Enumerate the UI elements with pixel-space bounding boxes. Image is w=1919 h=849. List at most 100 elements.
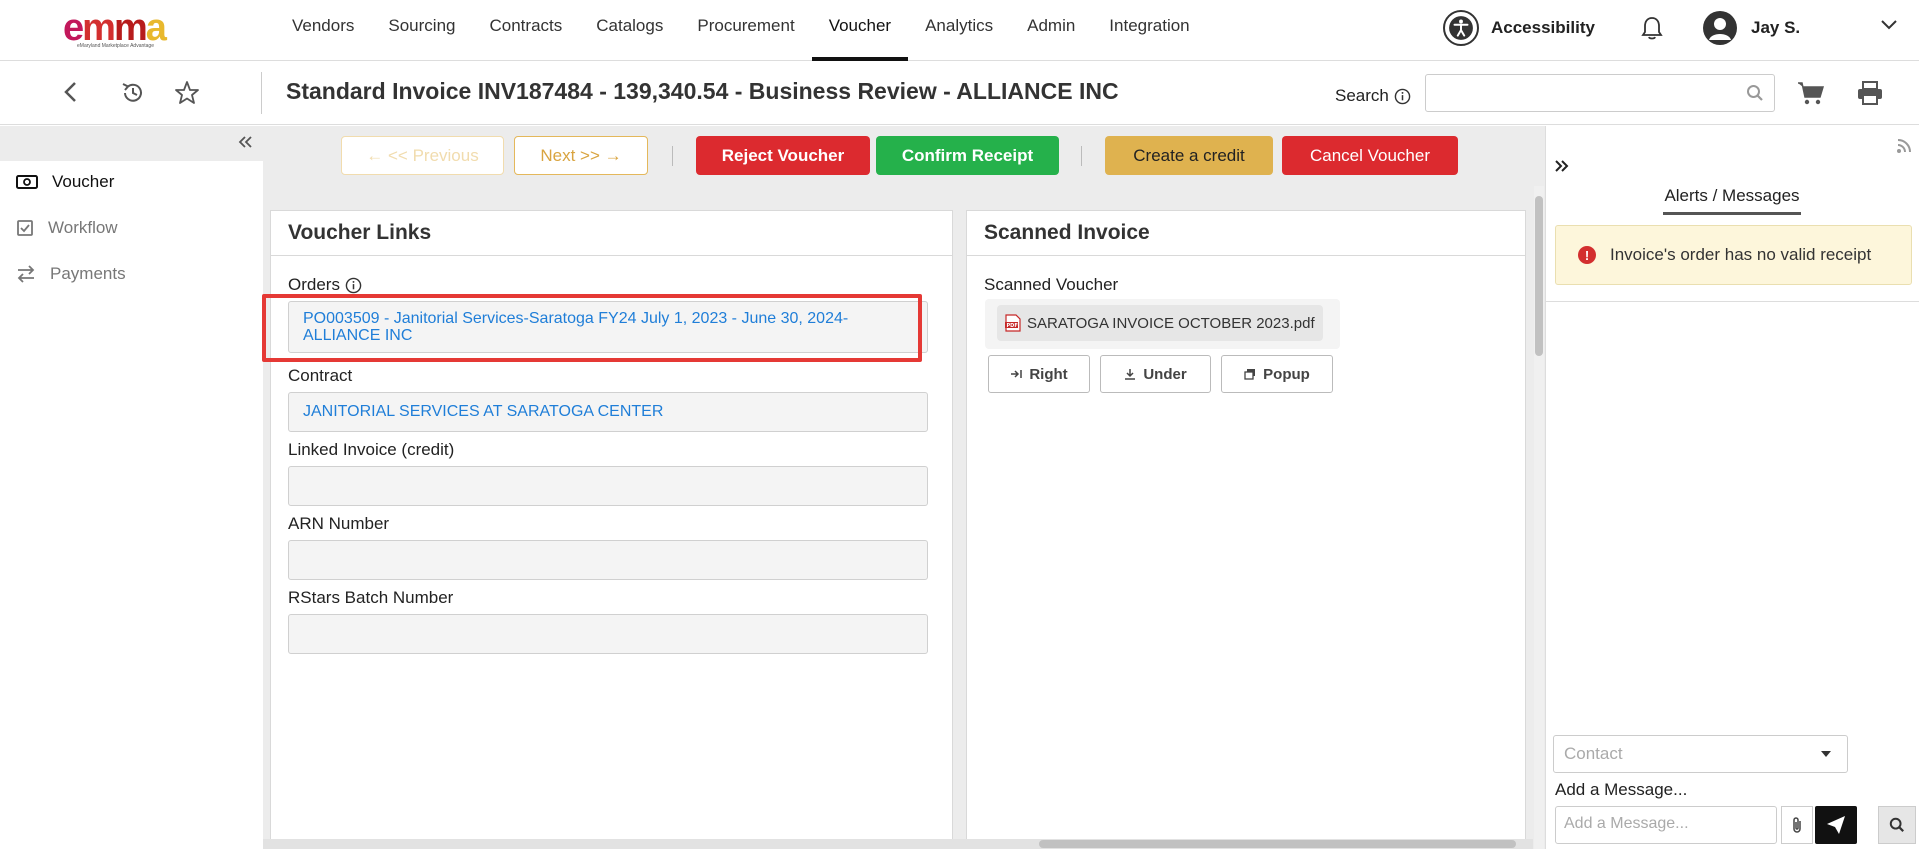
sidebar-item-label: Workflow: [48, 218, 118, 237]
pdf-file-icon: PDF: [1005, 314, 1021, 332]
rstars-batch-label: RStars Batch Number: [288, 588, 454, 607]
scanned-voucher-label: Scanned Voucher: [984, 275, 1119, 294]
sidebar-item-voucher[interactable]: Voucher: [16, 172, 114, 192]
nav-integration[interactable]: Integration: [1092, 0, 1206, 61]
exclamation-icon: !: [1578, 246, 1596, 264]
emma-logo[interactable]: emma eMaryland Marketplace Advantage: [63, 9, 198, 49]
accessibility-button[interactable]: Accessibility: [1443, 10, 1595, 46]
sidebar-item-label: Payments: [50, 264, 126, 283]
paperclip-icon[interactable]: [1781, 806, 1813, 844]
highlight-box: [262, 294, 922, 362]
arn-number-field[interactable]: [288, 540, 928, 580]
accessibility-icon: [1443, 10, 1479, 46]
view-under-button[interactable]: Under: [1100, 355, 1211, 393]
chevron-down-icon[interactable]: [1880, 18, 1898, 36]
exchange-icon: [17, 265, 35, 283]
nav-vendors[interactable]: Vendors: [275, 0, 371, 61]
page-title: Standard Invoice INV187484 - 139,340.54 …: [286, 78, 1119, 104]
money-icon: [16, 175, 38, 189]
cancel-voucher-button[interactable]: Cancel Voucher: [1282, 136, 1458, 175]
search-label: Search: [1335, 86, 1411, 106]
orders-field: PO003509 - Janitorial Services-Saratoga …: [262, 294, 928, 362]
search-field[interactable]: [1425, 74, 1775, 112]
orders-label: Orders: [288, 275, 362, 295]
caret-down-icon: [1821, 751, 1831, 757]
paper-plane-icon: [1827, 816, 1845, 834]
nav-catalogs[interactable]: Catalogs: [579, 0, 680, 61]
alerts-messages-panel: Alerts / Messages ! Invoice's order has …: [1545, 126, 1919, 849]
panel-title: Scanned Invoice: [967, 211, 1525, 256]
page-header-bar: Standard Invoice INV187484 - 139,340.54 …: [0, 62, 1919, 125]
divider: [672, 146, 673, 166]
arrow-right-bar-icon: [1011, 370, 1023, 378]
contact-select[interactable]: Contact: [1553, 735, 1848, 773]
left-sidebar: Voucher Workflow Payments: [0, 126, 263, 849]
star-icon[interactable]: [174, 80, 200, 111]
action-toolbar: ← << Previous Next >> → Reject Voucher C…: [263, 126, 1545, 186]
main-nav-menu: Vendors Sourcing Contracts Catalogs Proc…: [275, 0, 1207, 61]
arn-number-label: ARN Number: [288, 514, 390, 533]
nav-voucher[interactable]: Voucher: [811, 0, 909, 61]
nav-admin[interactable]: Admin: [1010, 0, 1092, 61]
create-credit-button[interactable]: Create a credit: [1105, 136, 1273, 175]
collapse-sidebar-icon[interactable]: [237, 134, 253, 155]
search-input[interactable]: [1426, 75, 1726, 111]
print-icon[interactable]: [1857, 81, 1883, 110]
pdf-attachment[interactable]: PDF SARATOGA INVOICE OCTOBER 2023.pdf: [997, 305, 1323, 341]
voucher-links-panel: Voucher Links Orders PO003509 - Janitori…: [262, 210, 953, 849]
panel-title: Voucher Links: [271, 211, 952, 256]
accessibility-label: Accessibility: [1491, 18, 1595, 37]
alert-message: ! Invoice's order has no valid receipt: [1555, 225, 1912, 285]
view-popup-button[interactable]: Popup: [1221, 355, 1333, 393]
nav-contracts[interactable]: Contracts: [473, 0, 580, 61]
horizontal-scrollbar[interactable]: [263, 839, 1533, 849]
message-textarea[interactable]: Add a Message...: [1555, 806, 1777, 844]
checkbox-icon: [17, 220, 33, 236]
tab-alerts-messages[interactable]: Alerts / Messages: [1663, 186, 1801, 215]
sidebar-header: [0, 126, 263, 161]
sidebar-item-label: Voucher: [52, 172, 115, 191]
search-icon[interactable]: [1746, 84, 1764, 107]
divider: [261, 72, 262, 114]
copy-window-icon: [1244, 369, 1256, 380]
nav-procurement[interactable]: Procurement: [680, 0, 811, 61]
download-icon: [1125, 369, 1136, 380]
view-right-button[interactable]: Right: [988, 355, 1090, 393]
main-content: ← << Previous Next >> → Reject Voucher C…: [262, 126, 1545, 849]
vertical-scrollbar[interactable]: [1534, 186, 1544, 849]
history-icon[interactable]: [120, 80, 146, 111]
search-icon: [1889, 817, 1905, 833]
message-search-button[interactable]: [1878, 806, 1916, 844]
send-message-button[interactable]: [1815, 806, 1857, 844]
scanned-invoice-panel: Scanned Invoice Scanned Voucher PDF SARA…: [966, 210, 1526, 849]
contract-link[interactable]: JANITORIAL SERVICES AT SARATOGA CENTER: [303, 403, 663, 421]
logo-tagline: eMaryland Marketplace Advantage: [77, 43, 154, 49]
divider: [1081, 146, 1082, 166]
previous-button[interactable]: ← << Previous: [341, 136, 504, 175]
svg-text:PDF: PDF: [1007, 323, 1018, 329]
nav-analytics[interactable]: Analytics: [908, 0, 1010, 61]
nav-sourcing[interactable]: Sourcing: [371, 0, 472, 61]
cart-icon[interactable]: [1797, 81, 1825, 112]
add-message-label: Add a Message...: [1555, 780, 1688, 799]
confirm-receipt-button[interactable]: Confirm Receipt: [876, 136, 1059, 175]
alert-text: Invoice's order has no valid receipt: [1610, 245, 1872, 264]
linked-invoice-field[interactable]: [288, 466, 928, 506]
notifications-bell-icon[interactable]: [1640, 16, 1664, 47]
contract-label: Contract: [288, 366, 353, 385]
sidebar-item-payments[interactable]: Payments: [16, 264, 126, 284]
sidebar-item-workflow[interactable]: Workflow: [16, 218, 118, 238]
info-icon: [1394, 88, 1411, 104]
rss-icon[interactable]: [1896, 138, 1912, 159]
user-name: Jay S.: [1751, 18, 1801, 37]
linked-invoice-label: Linked Invoice (credit): [288, 440, 455, 459]
back-arrow-icon[interactable]: [63, 80, 79, 109]
reject-voucher-button[interactable]: Reject Voucher: [696, 136, 870, 175]
next-button[interactable]: Next >> →: [514, 136, 648, 175]
avatar: [1703, 11, 1737, 45]
user-menu[interactable]: Jay S.: [1703, 11, 1800, 45]
rstars-batch-field[interactable]: [288, 614, 928, 654]
divider: [1546, 301, 1919, 302]
expand-panel-icon[interactable]: [1554, 158, 1570, 179]
pdf-file-name: SARATOGA INVOICE OCTOBER 2023.pdf: [1027, 314, 1315, 332]
